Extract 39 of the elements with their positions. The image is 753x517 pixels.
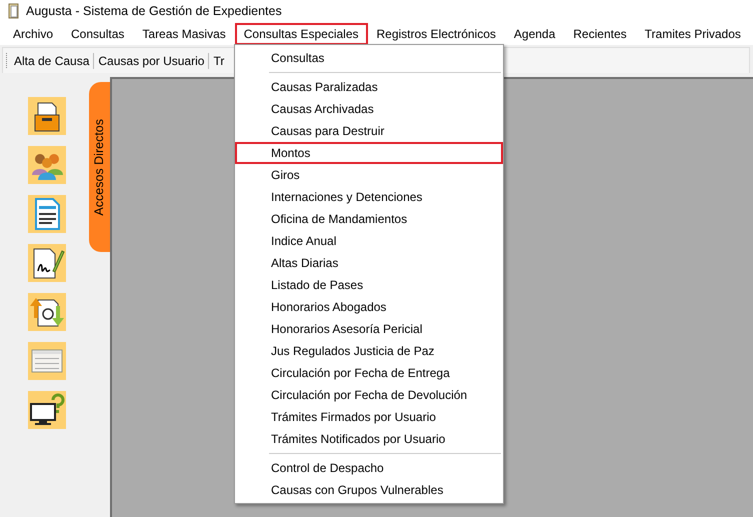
form-icon[interactable] [28,342,66,380]
menu-item[interactable]: Indice Anual [235,230,503,252]
menu-item[interactable]: Jus Regulados Justicia de Paz [235,340,503,362]
menu-item[interactable]: Oficina de Mandamientos [235,208,503,230]
app-icon [8,3,20,19]
menu-item[interactable]: Honorarios Abogados [235,296,503,318]
signature-icon[interactable] [28,244,66,282]
menu-item[interactable]: Causas con Grupos Vulnerables [235,479,503,501]
people-icon[interactable] [28,146,66,184]
document-icon[interactable] [28,195,66,233]
menu-item[interactable]: Circulación por Fecha de Entrega [235,362,503,384]
box-icon[interactable] [28,97,66,135]
toolbar-button[interactable]: Tr [210,52,228,70]
window-title: Augusta - Sistema de Gestión de Expedientes [26,4,282,18]
side-tab[interactable]: Accesos Directos [88,82,110,252]
toolbar-button[interactable]: Alta de Causa [11,52,92,70]
menu-item[interactable]: Internaciones y Detenciones [235,186,503,208]
menu-item[interactable]: Causas para Destruir [235,120,503,142]
toolbar-button[interactable]: Causas por Usuario [95,52,208,70]
menu-item[interactable]: Agenda [504,22,564,44]
help-monitor-icon[interactable] [28,391,66,429]
menu-item[interactable]: Circulación por Fecha de Devolución [235,384,503,406]
menu-item[interactable]: Trámites Firmados por Usuario [235,406,503,428]
menu-item[interactable]: Tareas Masivas [133,22,235,44]
menu-item[interactable]: Recientes [564,22,636,44]
menu-item[interactable]: Consultas [62,22,134,44]
menu-item[interactable]: Giros [235,164,503,186]
menu-item[interactable]: Altas Diarias [235,252,503,274]
menu-item[interactable]: Listado de Pases [235,274,503,296]
menu-item[interactable]: Registros Electrónicos [368,22,505,44]
menu-item[interactable]: Consultas [235,47,503,69]
menu-item[interactable]: Causas Archivadas [235,98,503,120]
menu-item[interactable]: Control de Despacho [235,457,503,479]
menu-item[interactable]: Honorarios Asesoría Pericial [235,318,503,340]
menu-item[interactable]: Trámites Notificados por Usuario [235,428,503,450]
menu-item[interactable]: Causas Paralizadas [235,76,503,98]
menu-item[interactable]: Montos [235,142,503,164]
menu-item[interactable]: Tramites Privados [636,22,750,44]
menu-item[interactable]: Archivo [4,22,62,44]
